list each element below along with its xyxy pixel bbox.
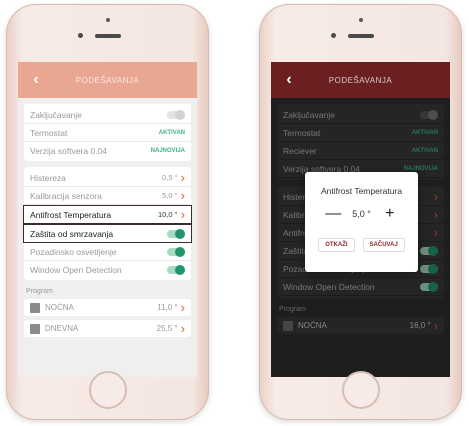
frost-protection-row[interactable]: Zaštita od smrzavanja — [23, 224, 192, 243]
settings-card: Histereza 0,5 ° › Kalibracija senzora 5,0… — [23, 167, 192, 280]
dialog-title: Antifrost Temperatura — [320, 186, 403, 196]
sensor-icon — [78, 33, 83, 38]
increment-button[interactable]: + — [381, 206, 399, 222]
chevron-right-icon: › — [180, 187, 185, 203]
chevron-right-icon: › — [180, 206, 185, 222]
cancel-button[interactable]: OTKAŽI — [318, 238, 355, 252]
phone-right: ‹ PODEŠAVANJA Zaključavanje Termostat AK… — [259, 4, 462, 420]
program-value: 11,0 ° — [157, 303, 178, 312]
chevron-right-icon: › — [180, 321, 185, 336]
software-version-row: Verzija softvera 0.04 NAJNOVIJA — [24, 142, 191, 159]
toggle-knob — [175, 109, 185, 120]
backlight-row[interactable]: Pozadinsko osvetljenje — [24, 243, 191, 261]
frost-protection-toggle[interactable] — [167, 228, 185, 239]
row-label: Verzija softvera 0.04 — [30, 145, 108, 156]
decrement-button[interactable]: — — [324, 206, 342, 222]
sensor-icon — [331, 33, 336, 38]
chevron-right-icon: › — [180, 169, 185, 185]
home-button[interactable] — [88, 371, 127, 409]
earpiece-icon — [94, 34, 121, 38]
antifrost-dialog: Antifrost Temperatura — 5,0 ° + OTKAŽI S… — [305, 172, 418, 272]
save-button[interactable]: SAČUVAJ — [362, 238, 405, 252]
dialog-actions: OTKAŽI SAČUVAJ — [305, 238, 418, 252]
toggle-knob — [175, 264, 185, 275]
temperature-stepper: — 5,0 ° + — [305, 206, 418, 222]
header-bar: ‹ PODEŠAVANJA — [18, 62, 197, 98]
lock-row[interactable]: Zaključavanje — [24, 106, 191, 124]
thermostat-row: Termostat AKTIVAN — [24, 124, 191, 142]
hysteresis-row[interactable]: Histereza 0,5 ° › — [24, 169, 191, 187]
square-icon — [30, 302, 40, 313]
program-label: NOĆNA — [45, 303, 74, 312]
home-button[interactable] — [341, 371, 380, 409]
earpiece-icon — [347, 34, 374, 38]
row-label: Window Open Detection — [30, 264, 122, 275]
stepper-value: 5,0 ° — [352, 209, 371, 219]
row-label: Antifrost Temperatura — [30, 209, 112, 220]
program-label: DNEVNA — [45, 324, 79, 333]
screen-settings: ‹ PODEŠAVANJA Zaključavanje Termostat AK… — [18, 62, 197, 377]
phone-left: ‹ PODEŠAVANJA Zaključavanje Termostat AK… — [6, 4, 209, 420]
program-section-label: Program — [26, 288, 53, 295]
status-badge: NAJNOVIJA — [150, 147, 185, 154]
window-open-toggle[interactable] — [167, 264, 185, 275]
page-title: PODEŠAVANJA — [75, 75, 140, 85]
program-value: 25,5 ° — [156, 324, 178, 333]
program-item[interactable]: NOĆNA 11,0 ° › — [24, 299, 191, 316]
row-label: Histereza — [30, 172, 66, 183]
toggle-knob — [175, 228, 185, 239]
status-badge: AKTIVAN — [158, 129, 185, 136]
chevron-right-icon: › — [180, 300, 185, 315]
info-card: Zaključavanje Termostat AKTIVAN Verzija … — [24, 104, 191, 161]
row-value: 5,0 ° — [162, 191, 178, 200]
square-icon — [30, 323, 40, 334]
header-bar: ‹ PODEŠAVANJA — [271, 62, 450, 98]
row-label: Pozadinsko osvetljenje — [30, 246, 117, 257]
toggle-knob — [175, 246, 185, 257]
screen-settings-dark: ‹ PODEŠAVANJA Zaključavanje Termostat AK… — [271, 62, 450, 377]
page-title: PODEŠAVANJA — [328, 75, 393, 85]
row-value: 10,0 ° — [157, 210, 178, 219]
row-label: Kalibracija senzora — [30, 190, 102, 201]
row-value: 0,5 ° — [162, 173, 178, 182]
row-label: Zaštita od smrzavanja — [30, 228, 114, 239]
row-label: Zaključavanje — [30, 109, 82, 120]
row-label: Termostat — [30, 127, 68, 138]
window-open-detection-row[interactable]: Window Open Detection — [24, 261, 191, 278]
camera-icon — [358, 18, 363, 22]
backlight-toggle[interactable] — [167, 246, 185, 257]
program-item[interactable]: DNEVNA 25,5 ° › — [24, 320, 191, 337]
sensor-calibration-row[interactable]: Kalibracija senzora 5,0 ° › — [24, 187, 191, 205]
camera-icon — [105, 18, 110, 22]
antifrost-temperature-row[interactable]: Antifrost Temperatura 10,0 ° › — [23, 205, 192, 224]
lock-toggle[interactable] — [167, 109, 185, 120]
